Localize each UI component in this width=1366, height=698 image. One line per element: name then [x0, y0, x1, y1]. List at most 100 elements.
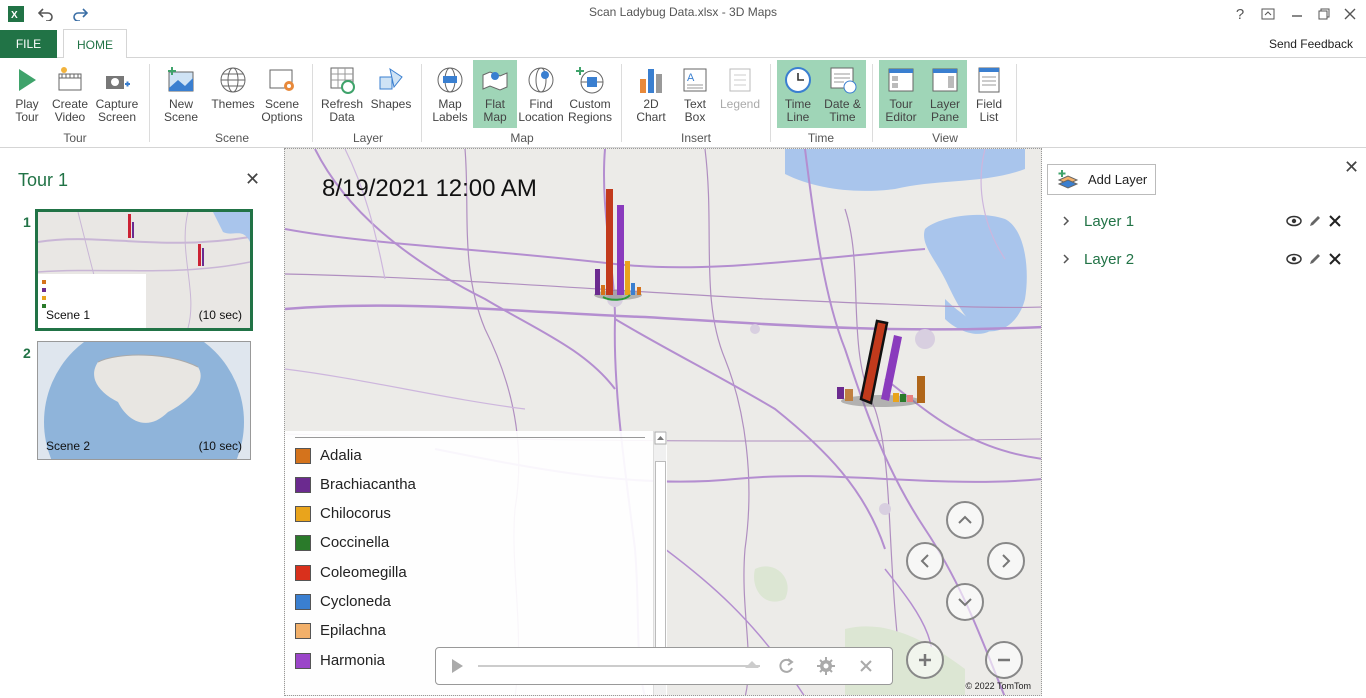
- scroll-thumb[interactable]: [655, 461, 666, 661]
- redo-icon[interactable]: [70, 4, 90, 24]
- edit-pencil-icon[interactable]: [1308, 252, 1322, 266]
- camera-icon: [101, 63, 133, 97]
- bar-adalia-site1b: [637, 287, 641, 295]
- field-list-button[interactable]: Field List: [970, 60, 1008, 128]
- slider-handle-icon[interactable]: [744, 659, 760, 669]
- scene-options-button[interactable]: Scene Options: [259, 60, 305, 128]
- new-scene-icon: [165, 63, 197, 97]
- group-label-view: View: [932, 131, 958, 145]
- create-video-button[interactable]: Create Video: [50, 60, 90, 128]
- find-location-button[interactable]: Find Location: [518, 60, 564, 128]
- chevron-right-icon: [1002, 554, 1011, 568]
- shapes-button[interactable]: Shapes: [369, 60, 413, 128]
- ribbon-display-icon[interactable]: [1258, 4, 1278, 24]
- layer-pane-close-icon[interactable]: ✕: [1344, 157, 1359, 178]
- flat-map-button[interactable]: Flat Map: [473, 60, 517, 128]
- custom-regions-button[interactable]: Custom Regions: [568, 60, 612, 128]
- 2d-chart-button[interactable]: 2D Chart: [630, 60, 672, 128]
- scene-number: 1: [23, 214, 31, 230]
- ribbon-separator: [872, 64, 873, 142]
- flat-map-icon: [479, 63, 511, 97]
- play-icon[interactable]: [450, 658, 464, 674]
- layer-row-2[interactable]: Layer 2: [1062, 247, 1342, 271]
- delete-x-icon[interactable]: [1328, 214, 1342, 228]
- zoom-in-button[interactable]: [906, 641, 944, 679]
- timestamp-overlay: 8/19/2021 12:00 AM: [322, 175, 537, 202]
- tab-home[interactable]: HOME: [63, 29, 127, 59]
- zoom-out-button[interactable]: [985, 641, 1023, 679]
- date-time-button[interactable]: Date & Time: [819, 60, 866, 128]
- layer-row-1[interactable]: Layer 1: [1062, 209, 1342, 233]
- send-feedback-link[interactable]: Send Feedback: [1269, 37, 1353, 51]
- capture-screen-button[interactable]: Capture Screen: [94, 60, 140, 128]
- bar-adalia-site1: [601, 285, 605, 295]
- scene-thumbnail-1[interactable]: Scene 1 (10 sec): [35, 209, 253, 331]
- text-box-button[interactable]: A Text Box: [676, 60, 714, 128]
- layer-pane-button[interactable]: Layer Pane: [923, 60, 967, 128]
- delete-x-icon[interactable]: [1328, 252, 1342, 266]
- scene-options-icon: [266, 63, 298, 97]
- time-line-button[interactable]: Time Line: [777, 60, 819, 128]
- scene-duration: (10 sec): [198, 439, 242, 453]
- tilt-up-button[interactable]: [946, 501, 984, 539]
- bar-brachiacantha-site1: [595, 269, 600, 295]
- legend-swatch: [295, 593, 311, 610]
- legend-swatch: [295, 447, 311, 464]
- bar-epilachna-site2: [907, 395, 913, 402]
- add-layer-icon: [1057, 169, 1079, 189]
- group-label-time: Time: [807, 131, 835, 145]
- map-canvas[interactable]: 8/19/2021 12:00 AM Adalia Brachiacantha …: [284, 148, 1042, 696]
- layer-actions: [1286, 252, 1342, 266]
- rotate-left-button[interactable]: [906, 542, 944, 580]
- eye-icon[interactable]: [1286, 253, 1302, 265]
- group-label-insert: Insert: [680, 131, 711, 145]
- close-playbar-icon[interactable]: [859, 659, 873, 673]
- bar-cycloneda-site1: [631, 283, 635, 295]
- expand-chevron-icon[interactable]: [1062, 254, 1070, 264]
- legend-swatch: [295, 622, 311, 639]
- legend-item: Coleomegilla: [295, 564, 407, 581]
- rotate-right-button[interactable]: [987, 542, 1025, 580]
- legend-swatch: [295, 476, 311, 493]
- play-tour-button[interactable]: Play Tour: [8, 60, 46, 128]
- add-layer-label: Add Layer: [1088, 172, 1148, 187]
- bar-chilocorus-site2: [893, 393, 899, 402]
- refresh-data-button[interactable]: Refresh Data: [320, 60, 364, 128]
- loop-icon[interactable]: [777, 657, 795, 675]
- new-scene-button[interactable]: New Scene: [160, 60, 202, 128]
- tour-pane-close-icon[interactable]: ✕: [245, 169, 260, 190]
- timeline-slider[interactable]: [478, 665, 760, 667]
- edit-pencil-icon[interactable]: [1308, 214, 1322, 228]
- legend-item: Adalia: [295, 447, 362, 464]
- tab-file[interactable]: FILE: [0, 30, 57, 58]
- layer-name[interactable]: Layer 1: [1084, 213, 1286, 230]
- legend-button[interactable]: Legend: [718, 60, 762, 128]
- layer-name[interactable]: Layer 2: [1084, 251, 1286, 268]
- add-layer-button[interactable]: Add Layer: [1047, 164, 1156, 195]
- custom-regions-icon: [574, 63, 606, 97]
- tour-editor-icon: [885, 63, 917, 97]
- tour-title: Tour 1: [18, 170, 69, 190]
- tour-editor-button[interactable]: Tour Editor: [879, 60, 923, 128]
- restore-icon[interactable]: [1314, 4, 1334, 24]
- excel-icon: X: [6, 4, 26, 24]
- legend-swatch: [295, 534, 311, 551]
- help-icon[interactable]: ?: [1230, 4, 1250, 24]
- minimize-icon[interactable]: [1287, 4, 1307, 24]
- scene-duration: (10 sec): [198, 308, 242, 322]
- legend-item: Chilocorus: [295, 505, 391, 522]
- eye-icon[interactable]: [1286, 215, 1302, 227]
- map-labels-button[interactable]: Map Labels: [429, 60, 471, 128]
- legend-swatch: [295, 652, 311, 669]
- tilt-down-button[interactable]: [946, 583, 984, 621]
- settings-gear-icon[interactable]: [817, 657, 835, 675]
- scene-caption: Scene 1 (10 sec): [46, 308, 242, 322]
- close-window-icon[interactable]: [1340, 4, 1360, 24]
- scroll-up-icon[interactable]: [654, 431, 667, 445]
- bar-other-site2: [845, 389, 853, 401]
- themes-button[interactable]: Themes: [210, 60, 256, 128]
- ribbon-tabs: FILE HOME Send Feedback: [0, 28, 1366, 59]
- undo-icon[interactable]: [36, 4, 56, 24]
- scene-thumbnail-2[interactable]: Scene 2 (10 sec): [37, 341, 251, 460]
- expand-chevron-icon[interactable]: [1062, 216, 1070, 226]
